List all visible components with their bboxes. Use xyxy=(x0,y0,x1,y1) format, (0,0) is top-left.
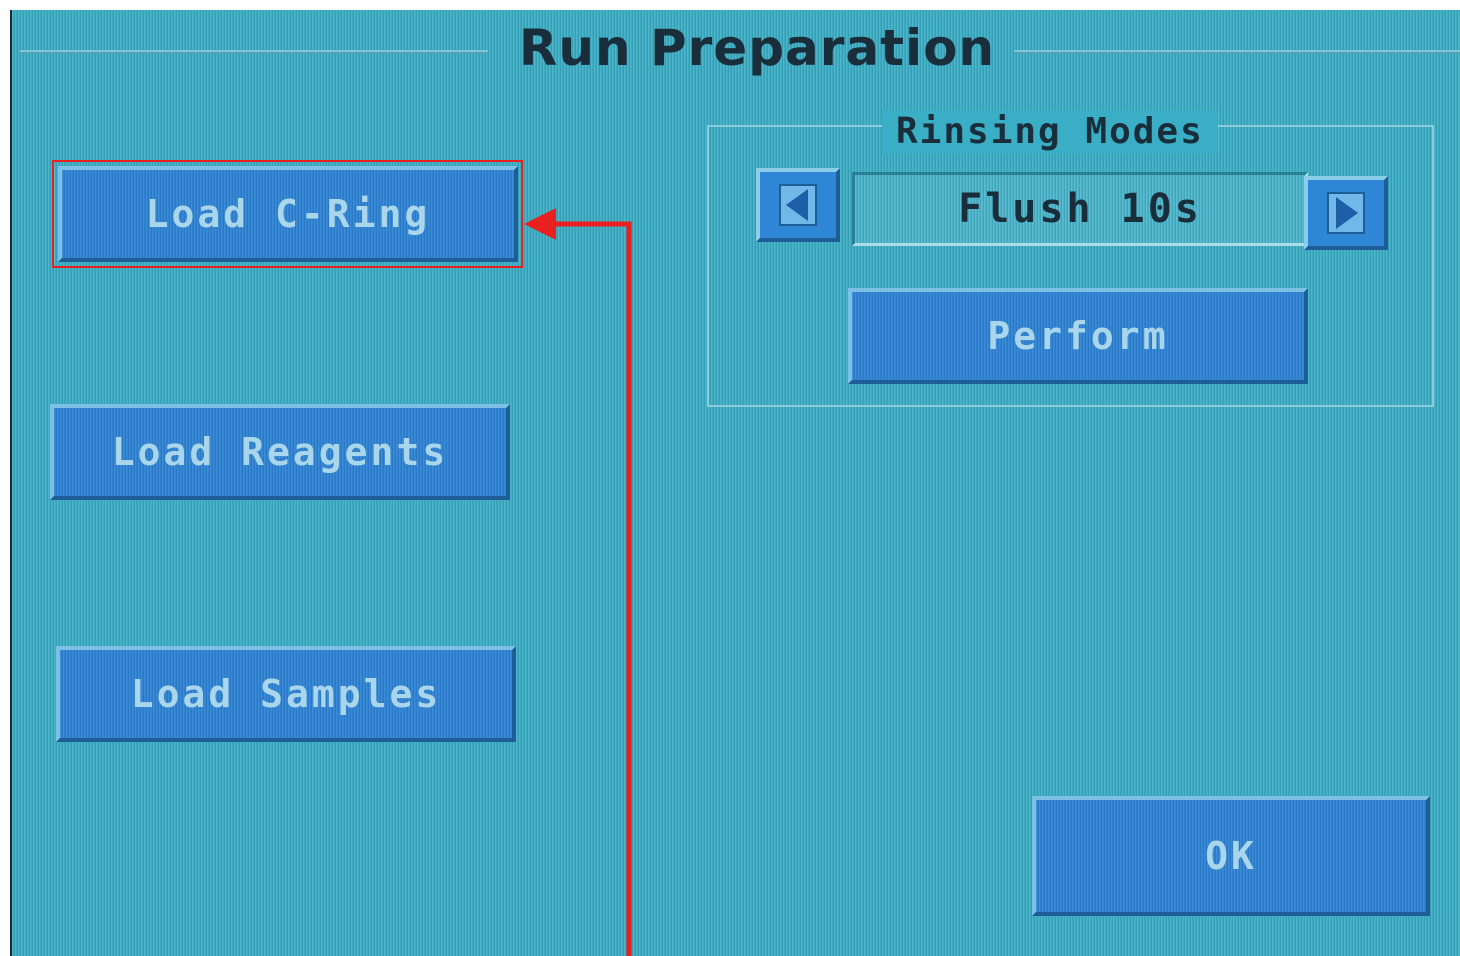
perform-button[interactable]: Perform xyxy=(848,288,1308,384)
previous-mode-button[interactable] xyxy=(756,168,840,242)
load-reagents-button[interactable]: Load Reagents xyxy=(50,404,510,500)
rinsing-modes-label: Rinsing Modes xyxy=(882,110,1218,154)
triangle-left-icon xyxy=(779,184,817,226)
title-rule-left xyxy=(20,50,488,53)
load-c-ring-button[interactable]: Load C-Ring xyxy=(58,166,518,262)
touchscreen-display: Run Preparation Load C-Ring Load Reagent… xyxy=(10,10,1460,956)
ok-button[interactable]: OK xyxy=(1032,796,1430,916)
rinsing-mode-value: Flush 10s xyxy=(852,172,1308,246)
triangle-right-icon xyxy=(1327,192,1365,234)
title-rule-right xyxy=(1014,50,1460,53)
load-samples-button[interactable]: Load Samples xyxy=(56,646,516,742)
page-title: Run Preparation xyxy=(518,19,996,77)
next-mode-button[interactable] xyxy=(1304,176,1388,250)
